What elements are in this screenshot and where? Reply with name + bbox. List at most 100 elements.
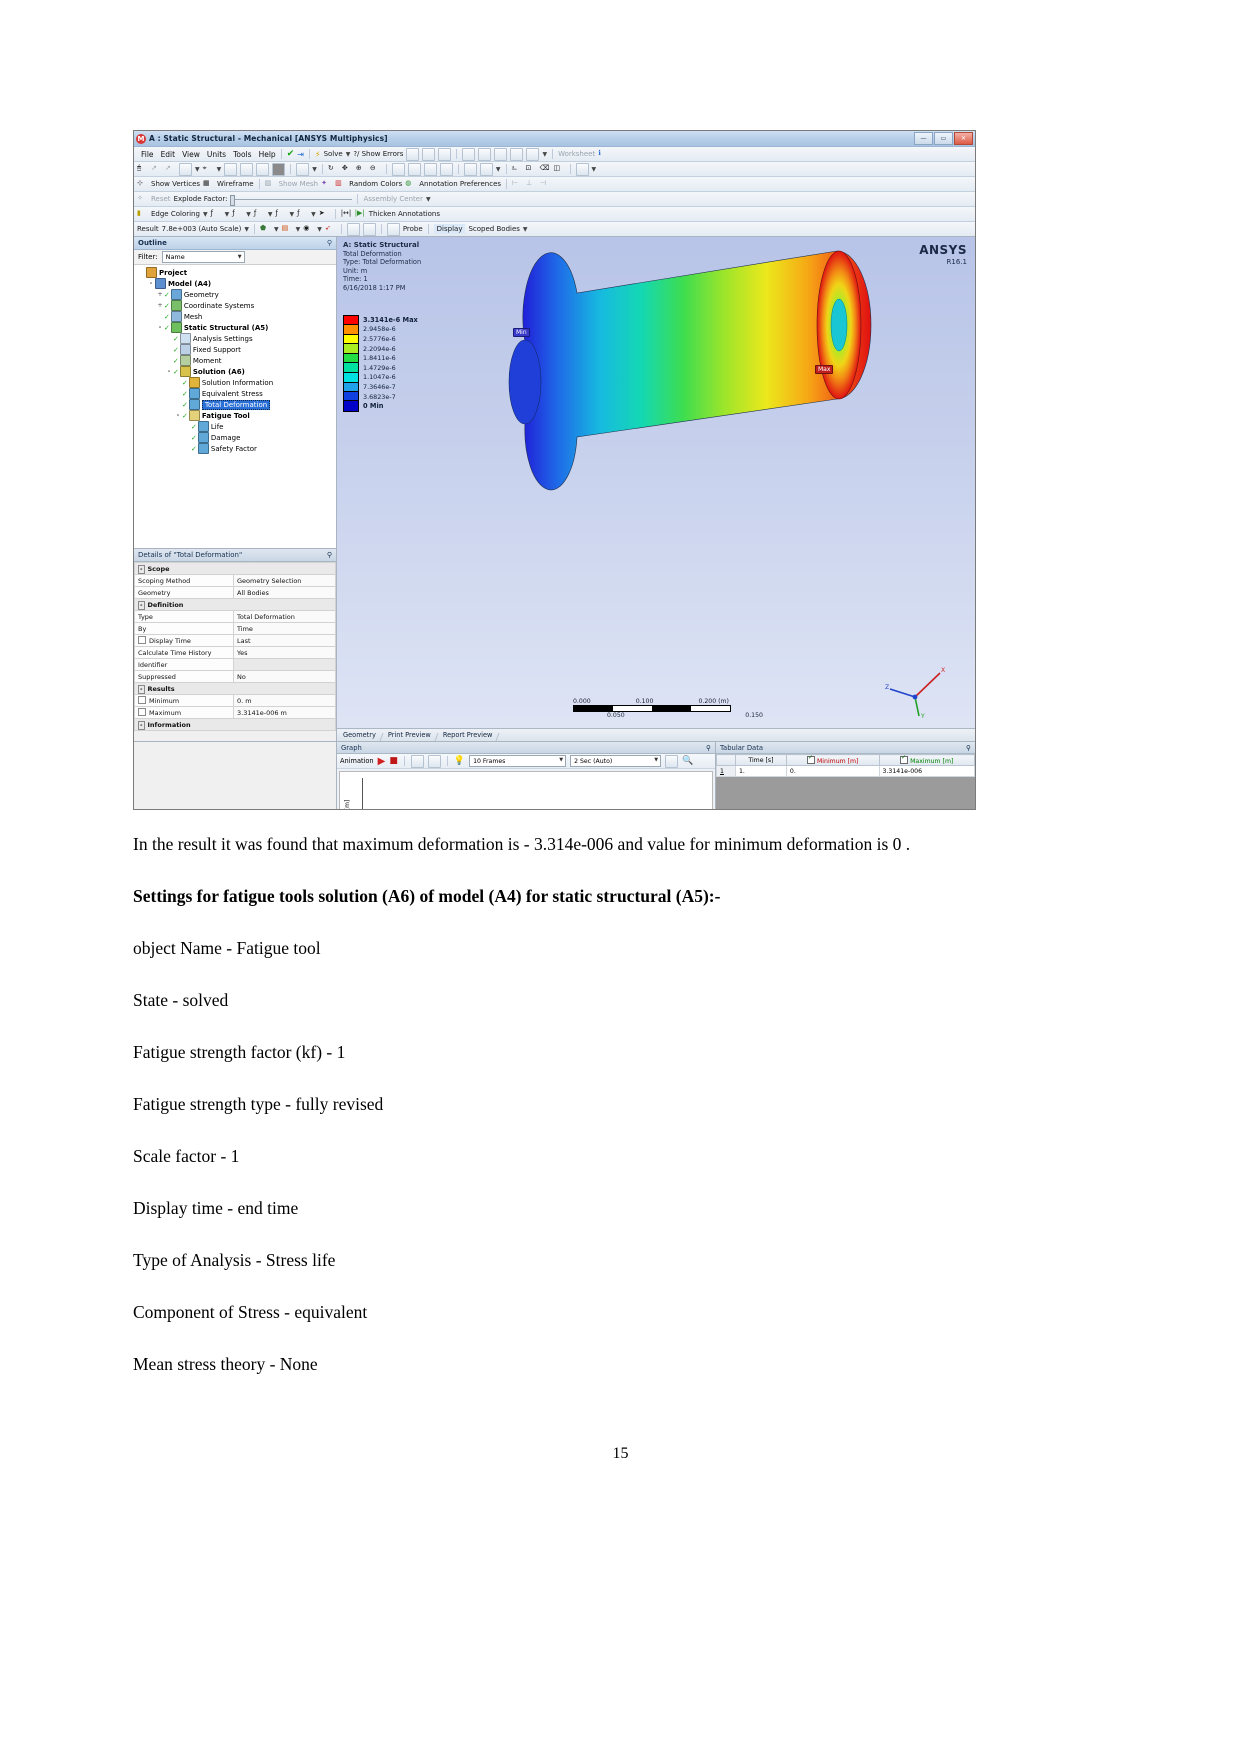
outline-pin-icon[interactable]: ⚲ xyxy=(327,239,332,247)
edge-style-5-icon[interactable]: ƒ xyxy=(297,209,308,220)
max-annotation-icon[interactable] xyxy=(346,222,360,236)
bulb-icon[interactable]: 💡 xyxy=(454,756,465,766)
collapse-icon[interactable]: - xyxy=(138,720,145,730)
symmetry-icon[interactable] xyxy=(478,147,492,161)
tree-item-damage[interactable]: ✓ Damage xyxy=(138,432,336,443)
tabular-column-header[interactable] xyxy=(716,754,736,766)
iso-dropdown-icon[interactable]: ▼ xyxy=(312,166,317,173)
pointer-dropdown-icon[interactable]: ▼ xyxy=(217,166,222,173)
stop-icon[interactable]: ■ xyxy=(389,756,398,766)
solution-combination-icon[interactable] xyxy=(526,147,540,161)
tree-expander[interactable]: + xyxy=(156,302,164,309)
show-mesh-button[interactable]: Show Mesh xyxy=(279,180,319,188)
edge-style-2-dropdown-icon[interactable]: ▼ xyxy=(246,211,251,218)
result-scale-value[interactable]: 7.8e+003 (Auto Scale) xyxy=(162,225,242,233)
select-edge-icon[interactable] xyxy=(224,162,238,176)
details-row-value[interactable]: Geometry Selection xyxy=(233,574,336,587)
worksheet-button[interactable]: Worksheet xyxy=(558,150,595,158)
edge-style-1-dropdown-icon[interactable]: ▼ xyxy=(225,211,230,218)
zoom-to-fit-icon[interactable] xyxy=(407,162,421,176)
delete-annotation-icon[interactable]: ⌫ xyxy=(540,164,551,175)
collapse-icon[interactable]: - xyxy=(138,564,145,574)
tabular-cell[interactable]: 0. xyxy=(785,765,880,777)
filter-select[interactable]: Name xyxy=(161,251,245,263)
probe-button[interactable]: Probe xyxy=(403,225,423,233)
solid-body-icon[interactable] xyxy=(272,162,286,176)
tree-expander[interactable]: - xyxy=(174,412,182,419)
view-settings-icon[interactable] xyxy=(479,162,493,176)
select-mode-dropdown-icon[interactable]: ▼ xyxy=(195,166,200,173)
mesh-edit-icon[interactable] xyxy=(510,147,524,161)
axis-triad[interactable]: X Y Z xyxy=(885,667,947,719)
coordinate-system-icon[interactable] xyxy=(438,147,452,161)
edge-coloring-dropdown-icon[interactable]: ▼ xyxy=(203,211,208,218)
scoped-bodies-dropdown-icon[interactable]: ▼ xyxy=(523,226,528,233)
tree-item-moment[interactable]: ✓ Moment xyxy=(138,355,336,366)
solve-button[interactable]: Solve xyxy=(324,150,343,158)
play-icon[interactable]: ▶ xyxy=(378,756,386,767)
align-left-icon[interactable]: ⊢ xyxy=(512,179,523,190)
details-row-value[interactable]: Time xyxy=(233,622,336,635)
tree-expander[interactable]: - xyxy=(165,368,173,375)
tree-expander[interactable]: - xyxy=(147,280,155,287)
details-pin-icon[interactable]: ⚲ xyxy=(327,551,332,559)
magnifier-icon[interactable] xyxy=(423,162,437,176)
details-row-value[interactable]: 3.3141e-006 m xyxy=(233,706,336,719)
tree-item-model-a4[interactable]: - Model (A4) xyxy=(138,278,336,289)
tabular-column-header[interactable]: Minimum [m] xyxy=(785,754,880,766)
graph-plot[interactable]: [m] [s] xyxy=(339,771,713,809)
solve-dropdown-icon[interactable]: ▼ xyxy=(346,151,351,158)
tree-item-mesh[interactable]: ✓ Mesh xyxy=(138,311,336,322)
select-face-icon[interactable] xyxy=(240,162,254,176)
details-row[interactable]: By Time xyxy=(134,622,336,635)
tree-item-fixed-support[interactable]: ✓ Fixed Support xyxy=(138,344,336,355)
contour-bands-icon[interactable]: ▤ xyxy=(282,224,293,235)
scoped-bodies-value[interactable]: Scoped Bodies xyxy=(468,225,519,233)
tree-item-project[interactable]: Project xyxy=(138,267,336,278)
show-vertices-button[interactable]: Show Vertices xyxy=(151,180,200,188)
named-selection-icon[interactable] xyxy=(422,147,436,161)
details-row[interactable]: Geometry All Bodies xyxy=(134,586,336,599)
tabular-cell[interactable]: 1. xyxy=(735,765,787,777)
edge-style-4-dropdown-icon[interactable]: ▼ xyxy=(289,211,294,218)
connect-icon[interactable]: ⇥ xyxy=(297,150,304,159)
edge-direction-icon[interactable]: ➤ xyxy=(319,209,330,220)
deformation-dropdown-icon[interactable]: ▼ xyxy=(274,226,279,233)
edge-style-1-icon[interactable]: ƒ xyxy=(211,209,222,220)
maximize-button[interactable]: ▭ xyxy=(934,132,953,145)
tree-item-safety-factor[interactable]: ✓ Safety Factor xyxy=(138,443,336,454)
details-checkbox[interactable] xyxy=(138,636,146,644)
min-annotation-icon[interactable] xyxy=(362,222,376,236)
tree-item-solution-a6[interactable]: - ✓ Solution (A6) xyxy=(138,366,336,377)
frames-select[interactable]: 10 Frames xyxy=(469,755,567,767)
result-scale-dropdown-icon[interactable]: ▼ xyxy=(244,226,249,233)
box-zoom-icon[interactable] xyxy=(391,162,405,176)
edge-style-2-icon[interactable]: ƒ xyxy=(232,209,243,220)
select-mode-icon[interactable]: ↗ xyxy=(151,164,162,175)
edge-style-4-icon[interactable]: ƒ xyxy=(275,209,286,220)
toolbar-overflow-icon[interactable]: ▼ xyxy=(542,151,547,158)
graphics-options-dropdown-icon[interactable]: ▼ xyxy=(592,166,597,173)
view-settings-dropdown-icon[interactable]: ▼ xyxy=(496,166,501,173)
details-row[interactable]: Scoping Method Geometry Selection xyxy=(134,574,336,587)
random-colors-button[interactable]: Random Colors xyxy=(349,180,402,188)
scale-icon[interactable]: ✦ xyxy=(321,179,332,190)
tab-report-preview[interactable]: Report Preview xyxy=(437,731,499,739)
graphics-options-icon[interactable] xyxy=(575,162,589,176)
graph-pin-icon[interactable]: ⚲ xyxy=(706,744,711,752)
color-sphere-dropdown-icon[interactable]: ▼ xyxy=(317,226,322,233)
color-sphere-icon[interactable]: ◉ xyxy=(303,224,314,235)
details-row-value[interactable]: Last xyxy=(233,634,336,647)
show-errors-button[interactable]: ?/ Show Errors xyxy=(353,150,403,158)
select-body-icon[interactable] xyxy=(256,162,270,176)
iso-view-icon[interactable] xyxy=(296,162,310,176)
pointer-icon[interactable]: ⌖ xyxy=(203,164,214,175)
tabular-row[interactable]: 1 1. 0. 3.3141e-006 xyxy=(716,765,975,777)
explode-icon[interactable]: ✧ xyxy=(137,194,148,205)
rotate-icon[interactable]: ↻ xyxy=(328,164,339,175)
tabular-pin-icon[interactable]: ⚲ xyxy=(966,744,971,752)
tree-item-geometry[interactable]: + ✓ Geometry xyxy=(138,289,336,300)
select-vertex-icon[interactable] xyxy=(179,162,192,176)
minimize-button[interactable]: — xyxy=(914,132,933,145)
tree-item-life[interactable]: ✓ Life xyxy=(138,421,336,432)
